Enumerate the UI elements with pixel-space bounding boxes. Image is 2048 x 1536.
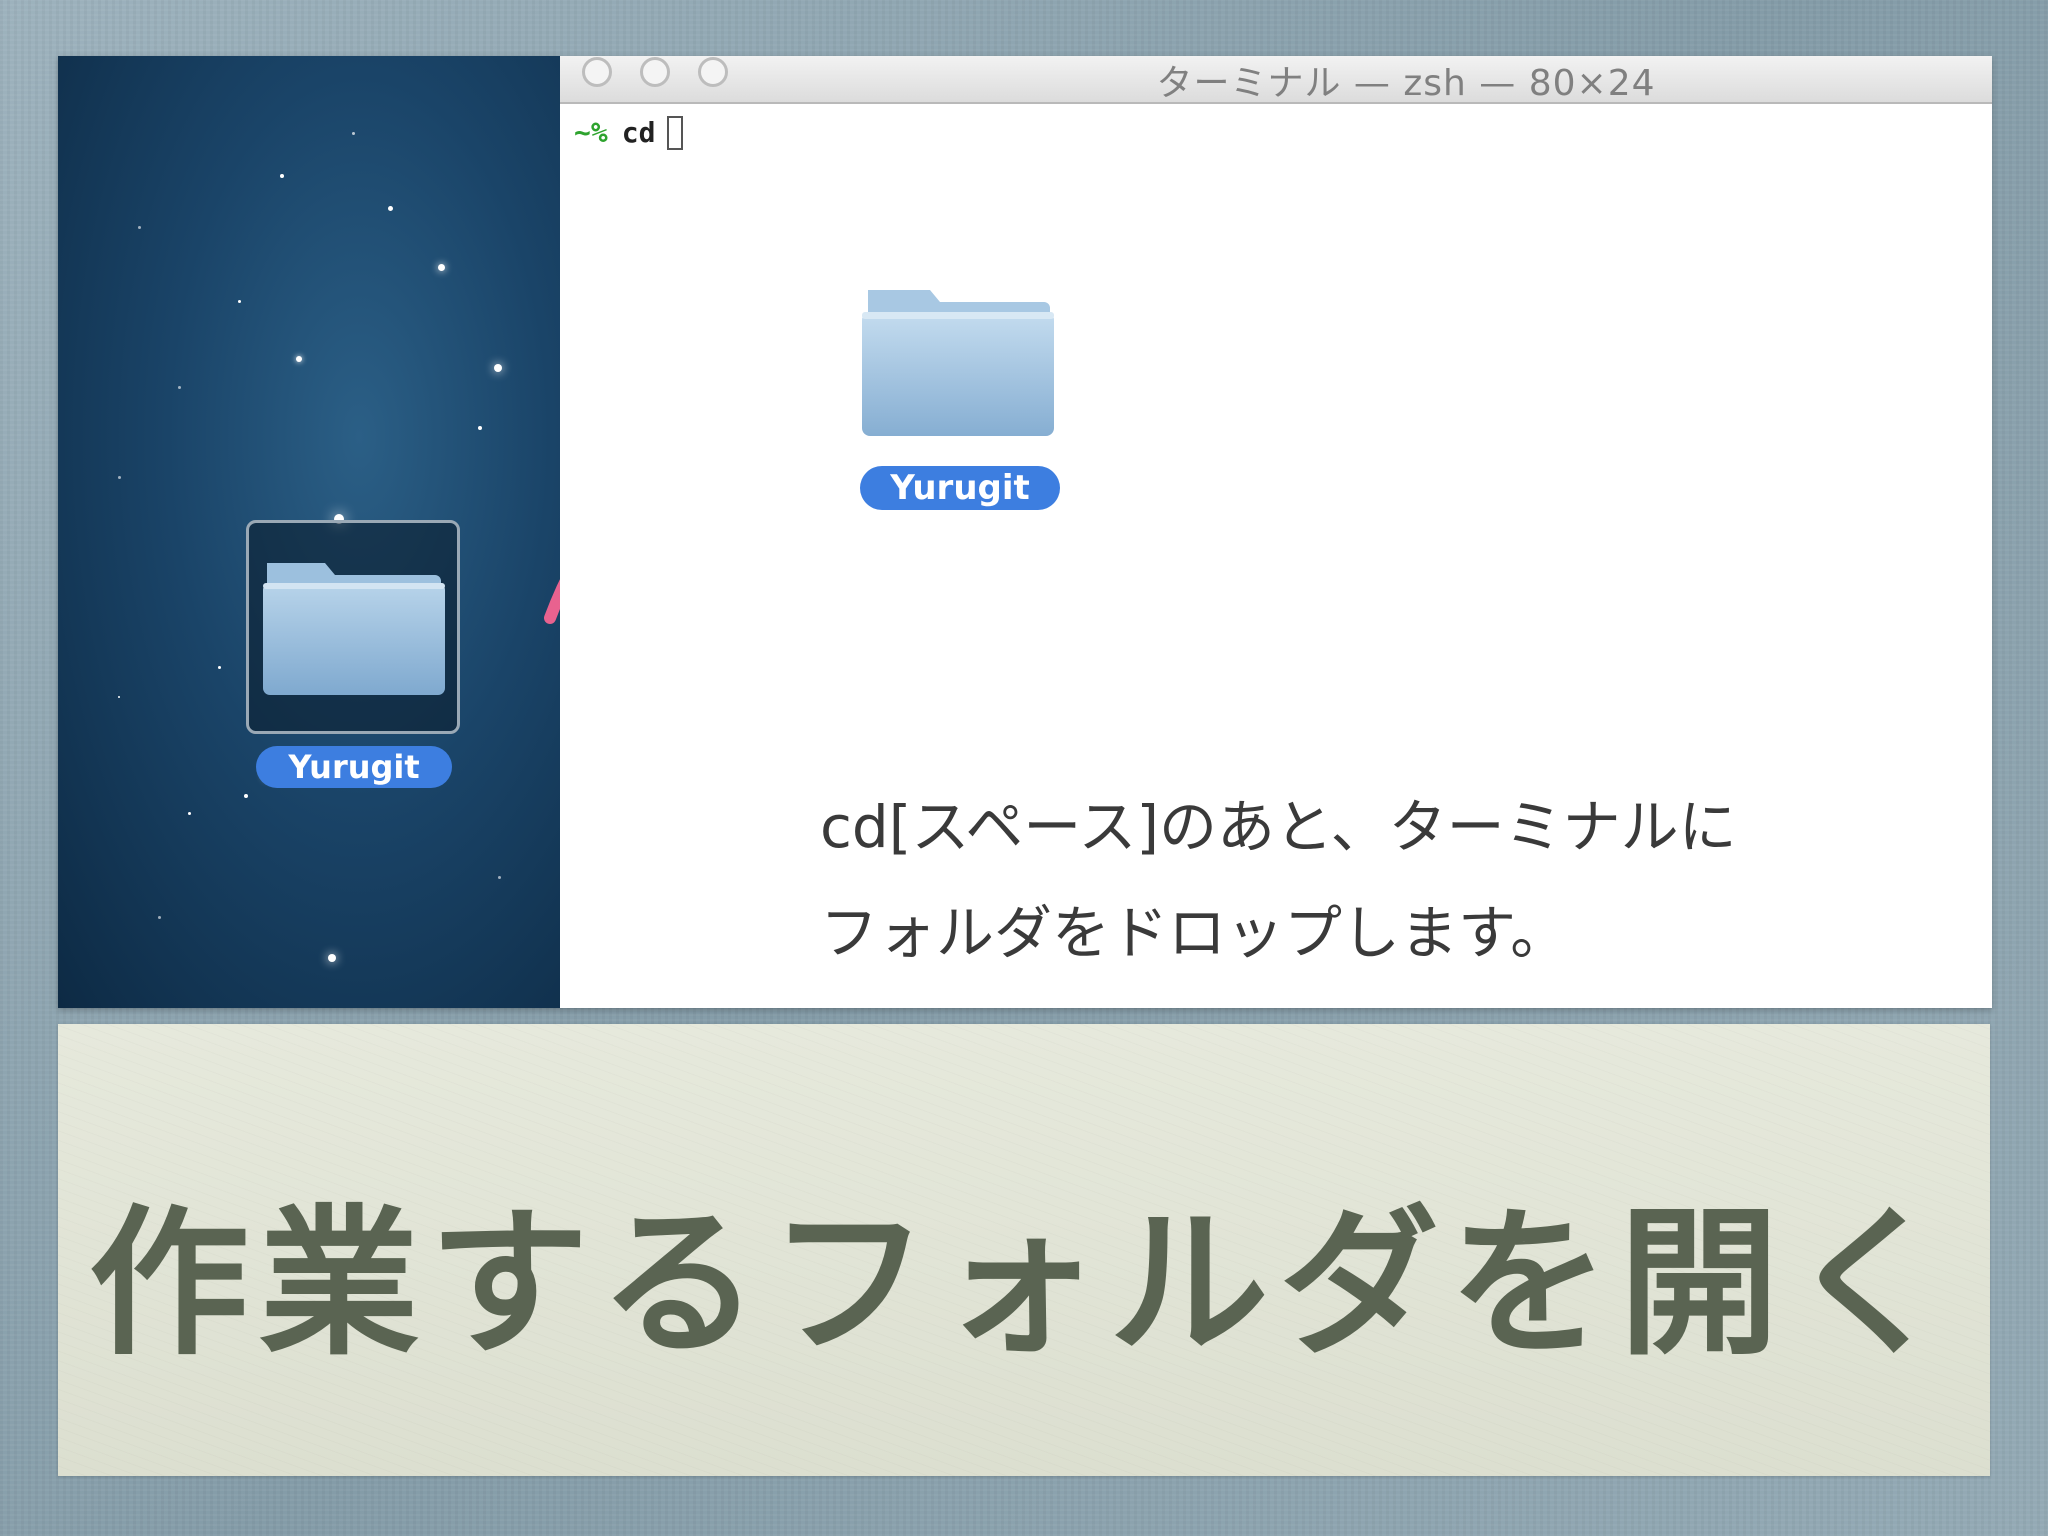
star [328, 954, 336, 962]
star [158, 916, 161, 919]
star [388, 206, 393, 211]
caption-panel: 作業するフォルダを開く [58, 1024, 1990, 1476]
text-cursor [667, 116, 684, 150]
star [498, 876, 501, 879]
slide-title: 作業するフォルダを開く [88, 1189, 1959, 1377]
star [238, 300, 241, 303]
star [118, 476, 121, 479]
dropped-folder-label[interactable]: Yurugit [860, 466, 1060, 510]
terminal-window[interactable]: ターミナル — zsh — 80×24 ~% cd Yurugit cd[スペース… [560, 56, 1992, 1008]
desktop-folder-yurugit[interactable] [246, 520, 460, 734]
folder-icon [263, 563, 445, 695]
command-line[interactable]: ~% cd [574, 116, 684, 150]
star [118, 696, 120, 698]
star [178, 386, 181, 389]
screenshot: Yurugit ターミナル — zsh — 80×24 ~% cd Yurugi… [58, 56, 1992, 1008]
star [438, 264, 445, 271]
typed-command: cd [621, 116, 656, 149]
star [244, 794, 248, 798]
star [478, 426, 482, 430]
instruction-line-1: cd[スペース]のあと、ターミナルに [820, 793, 1737, 861]
star [280, 174, 284, 178]
desktop-folder-label[interactable]: Yurugit [256, 746, 452, 788]
desktop: Yurugit [58, 56, 786, 1008]
star [188, 812, 191, 815]
instruction-text: cd[スペース]のあと、ターミナルに フォルダをドロップします。 [820, 774, 1920, 986]
star [296, 356, 302, 362]
star [138, 226, 141, 229]
shell-prompt: ~% [574, 116, 608, 149]
star [352, 132, 355, 135]
window-title: ターミナル — zsh — 80×24 [1156, 63, 1656, 104]
terminal-titlebar[interactable]: ターミナル — zsh — 80×24 [560, 56, 1992, 104]
dropped-folder-icon[interactable] [858, 280, 1058, 442]
instruction-line-2: フォルダをドロップします。 [820, 899, 1569, 967]
star [218, 666, 221, 669]
